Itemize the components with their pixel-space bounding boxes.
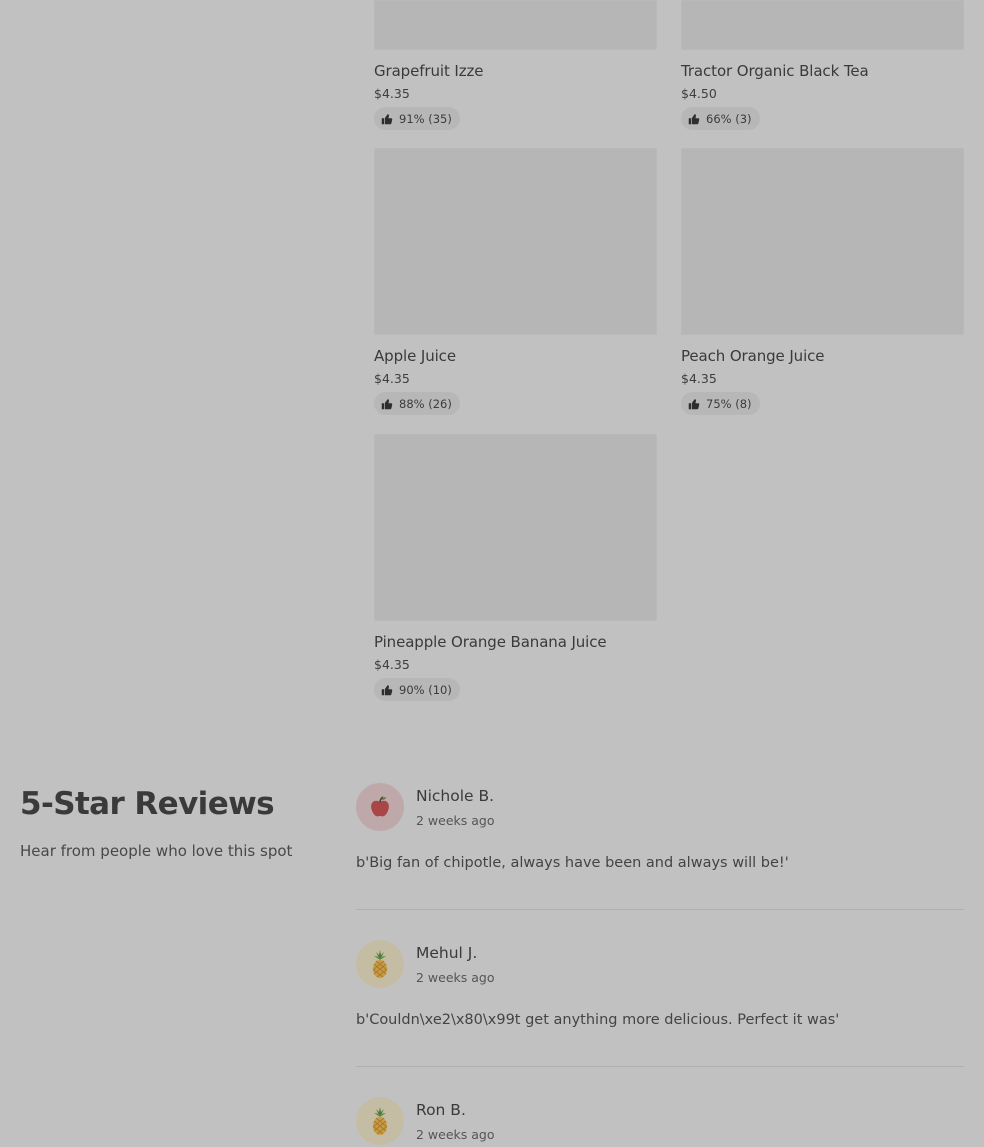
rating-text: 66% (3) <box>706 111 752 126</box>
thumbs-up-icon <box>688 398 700 409</box>
review-text: b'Big fan of chipotle, always have been … <box>356 855 789 871</box>
review-divider <box>356 1066 964 1067</box>
menu-item-card[interactable]: Pineapple Orange Banana Juice $4.35 90% … <box>374 434 657 701</box>
menu-item-card[interactable]: Apple Juice $4.35 88% (26) <box>374 148 657 415</box>
menu-item-price: $4.35 <box>681 371 717 386</box>
review-card: Mehul J. 2 weeks ago b'Couldn\xe2\x80\x9… <box>356 940 964 1070</box>
rating-badge: 88% (26) <box>374 392 460 415</box>
rating-text: 75% (8) <box>706 396 752 411</box>
thumbs-up-icon <box>381 113 393 124</box>
menu-item-image[interactable] <box>681 0 964 50</box>
menu-item-price: $4.35 <box>374 657 410 672</box>
reviewer-avatar <box>356 1097 404 1145</box>
menu-item-image[interactable] <box>681 148 964 335</box>
menu-item-image[interactable] <box>374 148 657 335</box>
rating-text: 88% (26) <box>399 396 452 411</box>
rating-badge: 75% (8) <box>681 392 760 415</box>
menu-item-name: Peach Orange Juice <box>681 347 825 365</box>
menu-item-name: Pineapple Orange Banana Juice <box>374 633 607 651</box>
rating-text: 90% (10) <box>399 682 452 697</box>
reviewer-avatar <box>356 940 404 988</box>
menu-item-name: Grapefruit Izze <box>374 62 484 80</box>
review-time: 2 weeks ago <box>416 970 495 985</box>
menu-item-image[interactable] <box>374 434 657 621</box>
menu-item-price: $4.35 <box>374 86 410 101</box>
menu-item-card[interactable]: Peach Orange Juice $4.35 75% (8) <box>681 148 964 415</box>
menu-item-name: Apple Juice <box>374 347 456 365</box>
reviewer-name: Nichole B. <box>416 787 495 805</box>
menu-item-price: $4.50 <box>681 86 717 101</box>
store-page: Grapefruit Izze $4.35 91% (35) Tractor O… <box>0 0 984 1147</box>
review-divider <box>356 909 964 910</box>
review-time: 2 weeks ago <box>416 813 495 828</box>
rating-badge: 91% (35) <box>374 107 460 130</box>
review-card: Nichole B. 2 weeks ago b'Big fan of chip… <box>356 783 964 913</box>
review-card: Ron B. 2 weeks ago <box>356 1097 964 1147</box>
menu-item-card[interactable]: Tractor Organic Black Tea $4.50 66% (3) <box>681 0 964 130</box>
menu-item-image[interactable] <box>374 0 657 50</box>
reviewer-name: Mehul J. <box>416 944 478 962</box>
thumbs-up-icon <box>381 398 393 409</box>
pineapple-icon <box>372 1107 388 1135</box>
menu-item-name: Tractor Organic Black Tea <box>681 62 869 80</box>
rating-badge: 90% (10) <box>374 678 460 701</box>
reviews-subheading: Hear from people who love this spot <box>20 842 293 860</box>
thumbs-up-icon <box>688 113 700 124</box>
thumbs-up-icon <box>381 684 393 695</box>
apple-icon <box>371 796 389 817</box>
reviewer-name: Ron B. <box>416 1101 466 1119</box>
reviewer-avatar <box>356 783 404 831</box>
pineapple-icon <box>372 950 388 978</box>
rating-badge: 66% (3) <box>681 107 760 130</box>
menu-item-card[interactable]: Grapefruit Izze $4.35 91% (35) <box>374 0 657 130</box>
review-time: 2 weeks ago <box>416 1127 495 1142</box>
reviews-heading: 5-Star Reviews <box>20 786 275 822</box>
menu-item-price: $4.35 <box>374 371 410 386</box>
rating-text: 91% (35) <box>399 111 452 126</box>
review-text: b'Couldn\xe2\x80\x99t get anything more … <box>356 1012 840 1028</box>
